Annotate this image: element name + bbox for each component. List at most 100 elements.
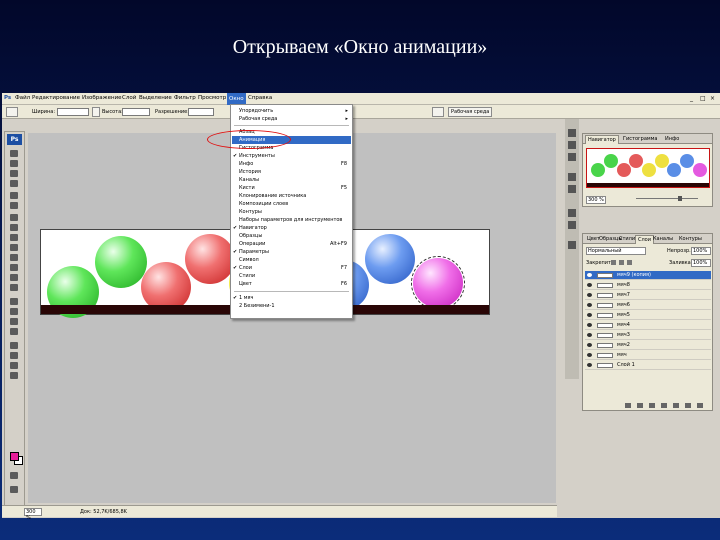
layer-row[interactable]: мяч2 bbox=[585, 341, 711, 350]
maximize-icon[interactable]: □ bbox=[700, 95, 706, 102]
gradient-tool-icon[interactable] bbox=[10, 264, 18, 271]
eyedropper-tool-icon[interactable] bbox=[10, 352, 18, 359]
layer-row[interactable]: мяч5 bbox=[585, 311, 711, 320]
eye-icon[interactable] bbox=[587, 343, 592, 347]
tab-paths[interactable]: Контуры bbox=[677, 235, 704, 244]
blur-tool-icon[interactable] bbox=[10, 274, 18, 281]
tab-info[interactable]: Инфо bbox=[663, 135, 681, 144]
layer-row-selected[interactable]: мяч9 (копия) bbox=[585, 271, 711, 280]
blend-mode-select[interactable]: Нормальный bbox=[586, 247, 646, 255]
actions-icon[interactable] bbox=[568, 185, 576, 193]
menu-layer[interactable]: Слой bbox=[122, 95, 136, 101]
slice-tool-icon[interactable] bbox=[10, 202, 18, 209]
foreground-color-swatch[interactable] bbox=[10, 452, 19, 461]
tool-presets-icon[interactable] bbox=[568, 141, 576, 149]
type-tool-icon[interactable] bbox=[10, 308, 18, 315]
menu-image[interactable]: Изображение bbox=[82, 95, 122, 101]
magic-wand-tool-icon[interactable] bbox=[10, 180, 18, 187]
menu-item-history[interactable]: История bbox=[232, 168, 351, 176]
quick-mask-icon[interactable] bbox=[10, 472, 18, 479]
menu-item-color[interactable]: Цвет F6 bbox=[232, 280, 351, 288]
menu-item-paths[interactable]: Контуры bbox=[232, 208, 351, 216]
menu-item-doc-1[interactable]: ✔ 1 мяч bbox=[232, 294, 351, 302]
menu-item-arrange[interactable]: Упорядочить ▸ bbox=[232, 107, 351, 115]
fill-input[interactable]: 100% bbox=[691, 259, 711, 267]
menu-item-character[interactable]: Символ bbox=[232, 256, 351, 264]
menu-item-clone-source[interactable]: Клонирование источника bbox=[232, 192, 351, 200]
crop-tool-preset-icon[interactable] bbox=[6, 107, 18, 117]
eye-icon[interactable] bbox=[587, 283, 592, 287]
width-input[interactable] bbox=[57, 108, 89, 116]
stamp-tool-icon[interactable] bbox=[10, 234, 18, 241]
menu-item-swatches[interactable]: Образцы bbox=[232, 232, 351, 240]
brush-tool-icon[interactable] bbox=[10, 224, 18, 231]
marquee-tool-icon[interactable] bbox=[10, 160, 18, 167]
menu-item-styles[interactable]: Стили bbox=[232, 272, 351, 280]
eye-icon[interactable] bbox=[587, 303, 592, 307]
tab-channels[interactable]: Каналы bbox=[651, 235, 675, 244]
notes-tool-icon[interactable] bbox=[10, 342, 18, 349]
zoom-field[interactable]: 300 % bbox=[24, 508, 42, 521]
navigator-preview[interactable] bbox=[586, 148, 710, 188]
close-icon[interactable]: × bbox=[710, 95, 715, 102]
eye-icon[interactable] bbox=[587, 323, 592, 327]
adjustment-layer-icon[interactable] bbox=[661, 403, 667, 408]
resolution-input[interactable] bbox=[188, 108, 214, 116]
layer-row[interactable]: мяч3 bbox=[585, 331, 711, 340]
new-group-icon[interactable] bbox=[673, 403, 679, 408]
menu-item-info[interactable]: Инфо F8 bbox=[232, 160, 351, 168]
document-info[interactable]: Док: 52,7K/685,8K bbox=[80, 509, 127, 515]
hand-tool-icon[interactable] bbox=[10, 362, 18, 369]
menu-item-layer-comps[interactable]: Композиции слоев bbox=[232, 200, 351, 208]
crop-tool-icon[interactable] bbox=[10, 192, 18, 199]
dodge-tool-icon[interactable] bbox=[10, 284, 18, 291]
opacity-input[interactable]: 100% bbox=[691, 247, 711, 255]
ps-app-icon[interactable]: Ps bbox=[4, 95, 11, 101]
menu-item-workspace[interactable]: Рабочая среда ▸ bbox=[232, 115, 351, 123]
eye-icon[interactable] bbox=[587, 333, 592, 337]
menu-select[interactable]: Выделение bbox=[139, 95, 172, 101]
pen-tool-icon[interactable] bbox=[10, 298, 18, 305]
character-icon[interactable] bbox=[568, 209, 576, 217]
lock-transparency-icon[interactable] bbox=[611, 260, 616, 265]
layer-comps-icon[interactable] bbox=[568, 241, 576, 249]
move-tool-icon[interactable] bbox=[10, 150, 18, 157]
layer-row[interactable]: Слой 1 bbox=[585, 361, 711, 370]
menu-filter[interactable]: Фильтр bbox=[174, 95, 196, 101]
link-layers-icon[interactable] bbox=[625, 403, 631, 408]
menu-file[interactable]: Файл bbox=[15, 95, 30, 101]
screen-mode-icon[interactable] bbox=[10, 486, 18, 493]
menu-item-tool-presets[interactable]: Наборы параметров для инструментов bbox=[232, 216, 351, 224]
menu-item-layers[interactable]: ✔ Слои F7 bbox=[232, 264, 351, 272]
healing-brush-icon[interactable] bbox=[10, 214, 18, 221]
menu-item-navigator[interactable]: ✔ Навигатор bbox=[232, 224, 351, 232]
menu-help[interactable]: Справка bbox=[248, 95, 272, 101]
trash-icon[interactable] bbox=[697, 403, 703, 408]
palette-well-icon[interactable] bbox=[432, 107, 444, 117]
eraser-tool-icon[interactable] bbox=[10, 254, 18, 261]
zoom-slider[interactable] bbox=[636, 198, 698, 199]
path-select-icon[interactable] bbox=[10, 318, 18, 325]
shape-tool-icon[interactable] bbox=[10, 328, 18, 335]
menu-view[interactable]: Просмотр bbox=[198, 95, 226, 101]
tab-navigator[interactable]: Навигатор bbox=[585, 135, 619, 144]
eye-icon[interactable] bbox=[587, 353, 592, 357]
eye-icon[interactable] bbox=[587, 273, 592, 277]
navigator-zoom-field[interactable]: 300 % bbox=[586, 196, 606, 204]
swap-icon[interactable] bbox=[92, 107, 100, 117]
menu-item-channels[interactable]: Каналы bbox=[232, 176, 351, 184]
menu-item-brushes[interactable]: Кисти F5 bbox=[232, 184, 351, 192]
zoom-slider-handle[interactable] bbox=[678, 196, 682, 201]
paragraph-icon[interactable] bbox=[568, 221, 576, 229]
layer-row[interactable]: мяч bbox=[585, 351, 711, 360]
menu-item-options[interactable]: ✔ Параметры bbox=[232, 248, 351, 256]
brushes-icon[interactable] bbox=[568, 129, 576, 137]
layer-row[interactable]: мяч7 bbox=[585, 291, 711, 300]
lock-pixels-icon[interactable] bbox=[619, 260, 624, 265]
clone-source-icon[interactable] bbox=[568, 153, 576, 161]
new-layer-icon[interactable] bbox=[685, 403, 691, 408]
lock-all-icon[interactable] bbox=[627, 260, 632, 265]
eye-icon[interactable] bbox=[587, 313, 592, 317]
menu-item-actions[interactable]: Операции Alt+F9 bbox=[232, 240, 351, 248]
menu-item-doc-2[interactable]: 2 Безимени-1 bbox=[232, 302, 351, 310]
